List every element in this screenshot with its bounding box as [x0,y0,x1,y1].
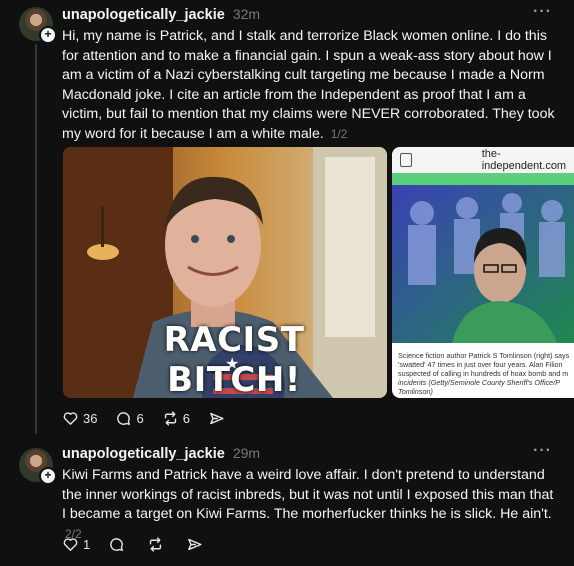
article-domain: the-independent.com [481,148,567,172]
comment-icon [110,538,124,552]
thread-line [35,44,37,434]
caption-line: Science fiction author Patrick S Tomlins… [398,351,570,360]
like-count: 1 [83,537,91,552]
photo-overlay-text: RACIST BITCH! [163,320,305,398]
share-icon [210,412,224,425]
repost-button[interactable]: 6 [162,410,190,427]
caption-line: incidents (Getty/Seminole County Sheriff… [398,378,560,387]
caption-line: suspected of calling in hundreds of hoax… [398,369,569,378]
article-header: the-independent.com [392,147,574,173]
caption-line: 'swatted' 47 times in just over four yea… [398,360,563,369]
article-card[interactable]: the-independent.com Science fiction auth… [392,147,574,398]
post-text: Kiwi Farms and Patrick have a weird love… [62,466,557,544]
post-header: unapologetically_jackie 32m [62,6,260,23]
share-button[interactable] [208,410,229,427]
article-caption: Science fiction author Patrick S Tomlins… [392,348,574,398]
post-photo[interactable]: ★ RACIST BITCH! [63,147,387,398]
post-body: Hi, my name is Patrick, and I stalk and … [62,28,555,142]
post-pager: 1/2 [330,126,348,141]
repost-button[interactable] [147,536,168,553]
caption-line: Tomlinson) [398,387,433,396]
reply-button[interactable]: 6 [115,410,144,427]
post-body: Kiwi Farms and Patrick have a weird love… [62,467,554,522]
document-icon [400,153,412,167]
more-icon[interactable]: ··· [533,3,552,21]
timestamp[interactable]: 32m [233,6,260,22]
post-text: Hi, my name is Patrick, and I stalk and … [62,27,557,144]
more-icon[interactable]: ··· [533,442,552,460]
timestamp[interactable]: 29m [233,445,260,461]
like-count: 36 [83,411,98,426]
article-image [392,173,574,343]
username[interactable]: unapologetically_jackie [62,446,225,462]
like-button[interactable]: 36 [62,410,97,427]
heart-icon [63,412,78,425]
avatar[interactable]: + [19,448,57,485]
repost-count: 6 [182,411,190,426]
follow-plus-icon[interactable]: + [39,26,57,44]
share-button[interactable] [186,536,207,553]
share-icon [188,538,202,551]
like-button[interactable]: 1 [62,536,90,553]
post-header: unapologetically_jackie 29m [62,445,260,462]
comment-icon [117,412,131,426]
reply-count: 6 [136,411,144,426]
post-actions: 1 [62,536,225,553]
avatar[interactable]: + [19,7,57,44]
repost-icon [150,537,162,552]
post-actions: 36 6 6 [62,410,247,427]
follow-plus-icon[interactable]: + [39,467,57,485]
heart-icon [63,538,78,551]
reply-button[interactable] [108,536,129,553]
repost-icon [164,411,176,426]
username[interactable]: unapologetically_jackie [62,7,225,23]
